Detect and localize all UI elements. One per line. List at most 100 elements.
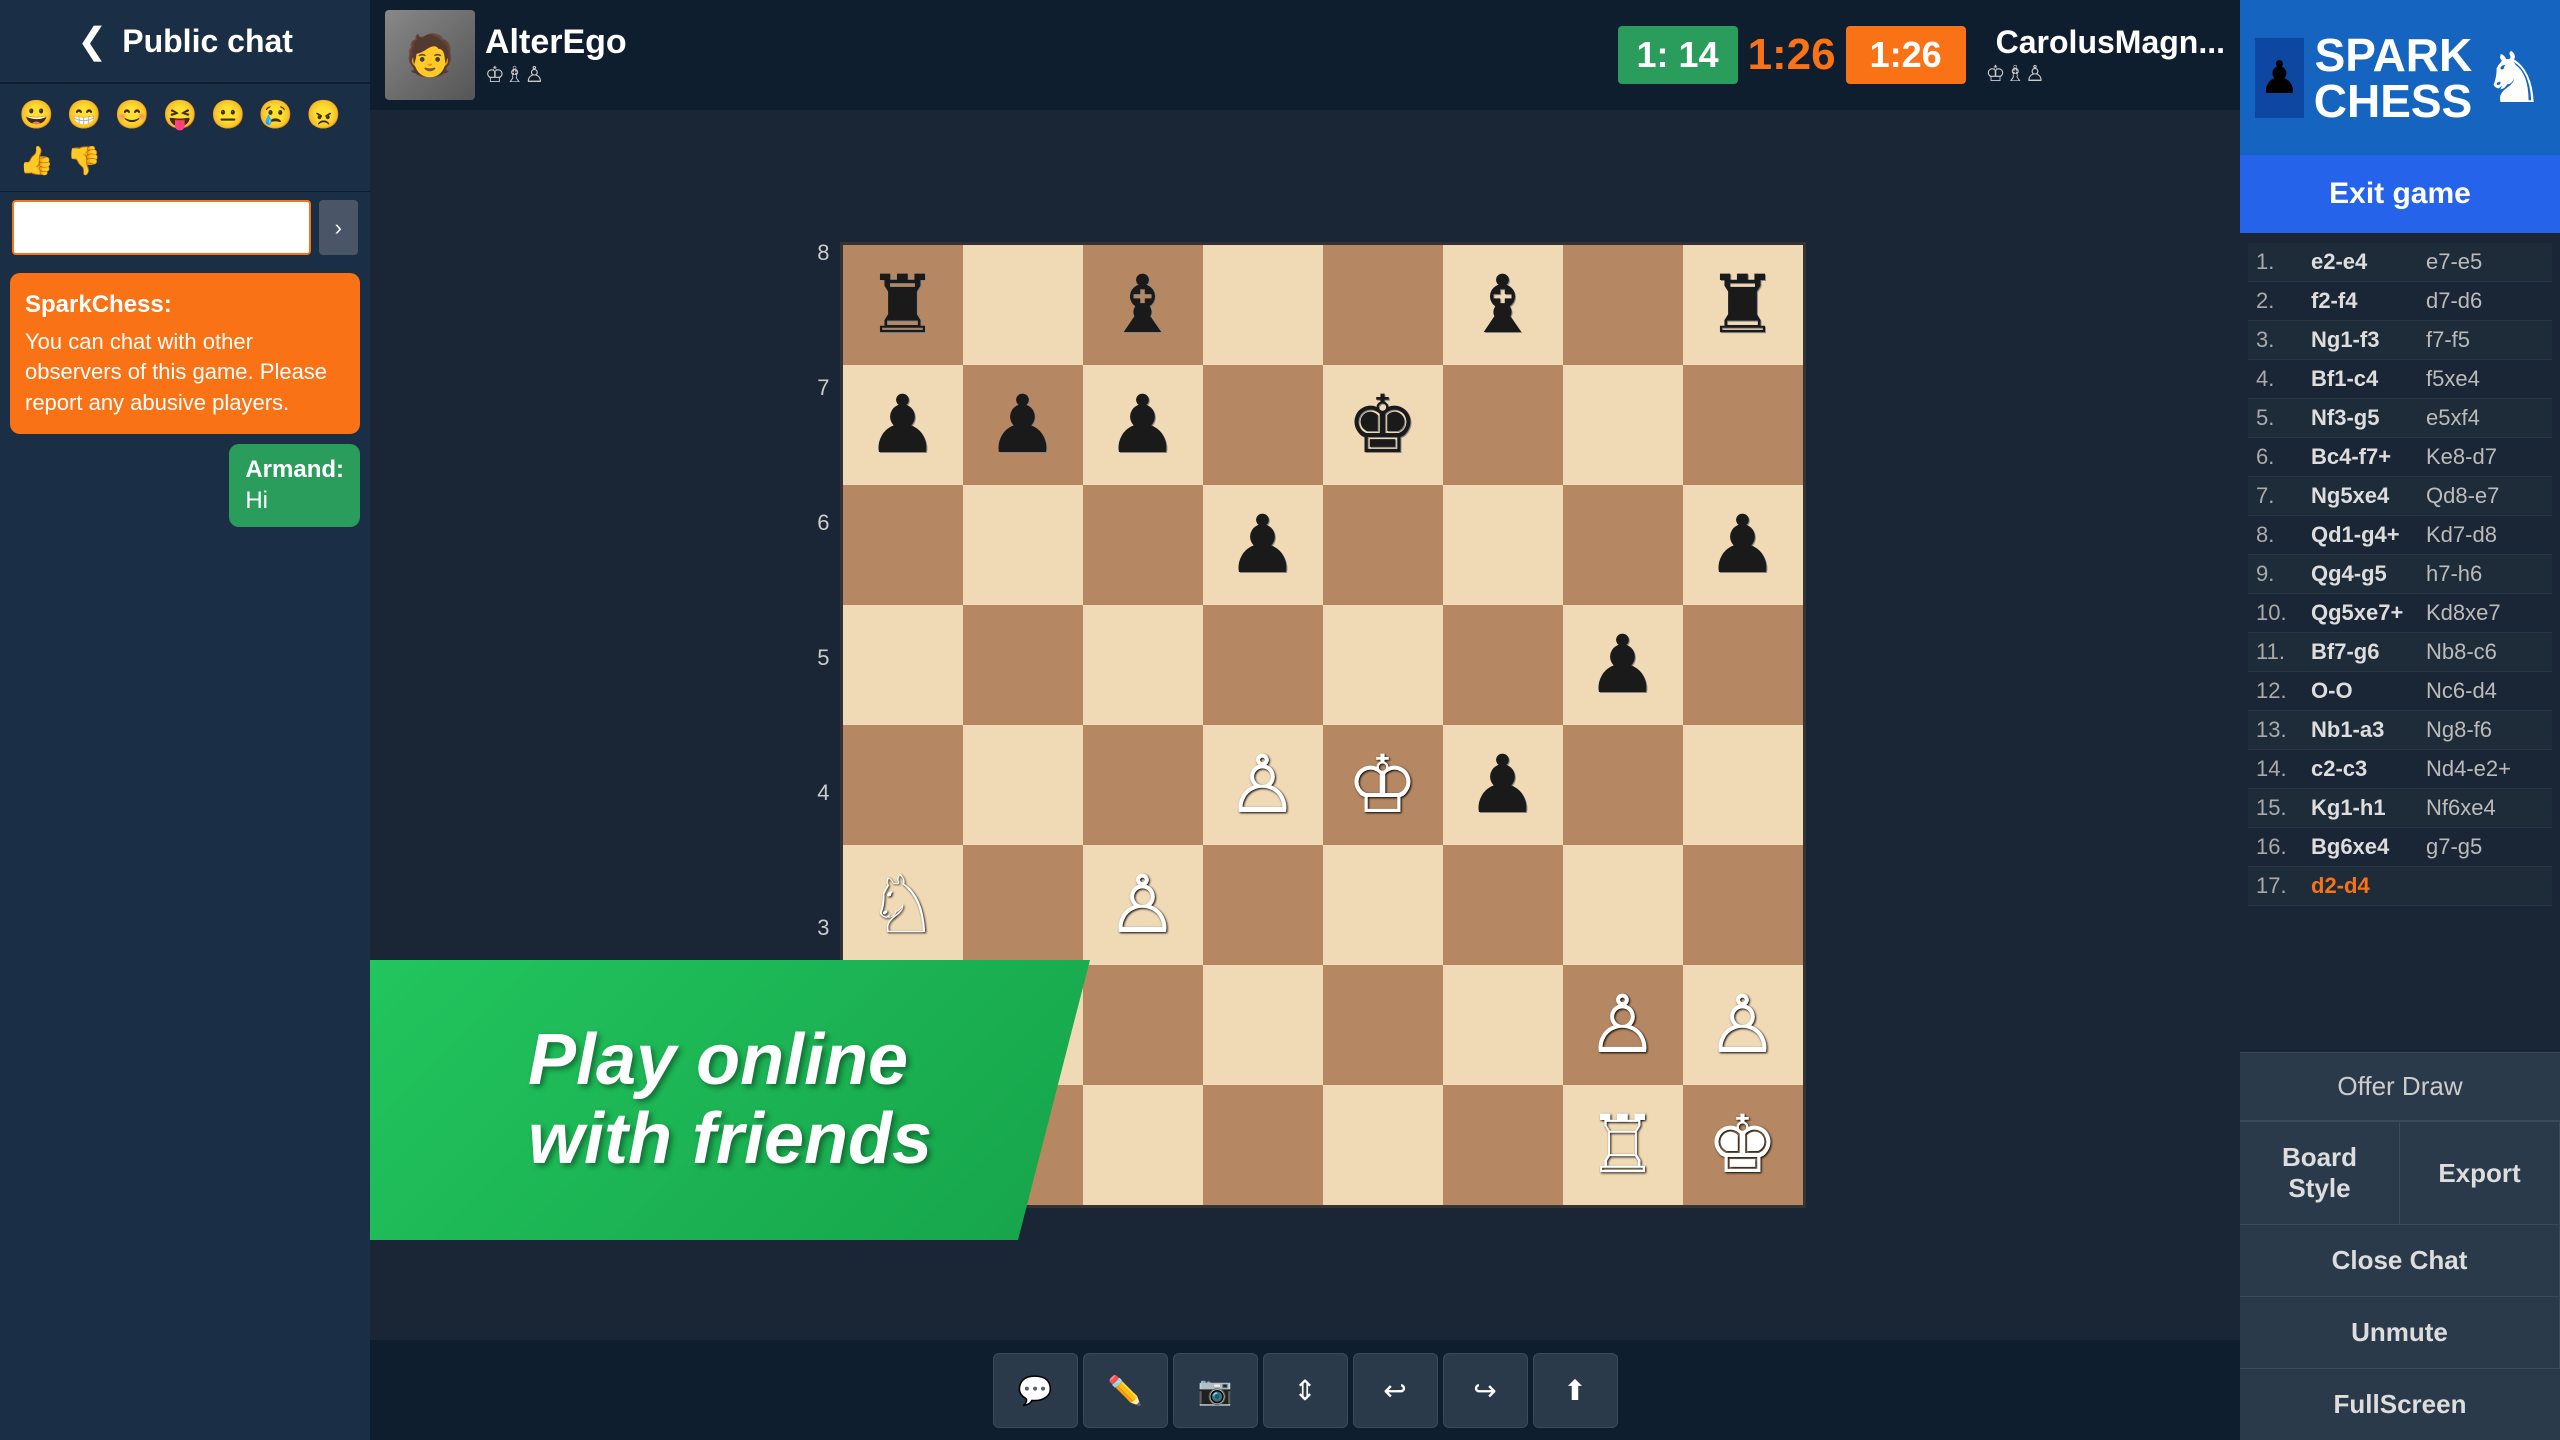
rank-8: 8 [805, 240, 830, 266]
cell-f2[interactable] [1443, 965, 1563, 1085]
emoji-btn-7[interactable]: 👍 [15, 140, 58, 181]
piece-g2: ♙ [1587, 985, 1659, 1065]
cell-a8[interactable]: ♜ [843, 245, 963, 365]
move-row-9: 9. Qg4-g5 h7-h6 [2248, 555, 2552, 594]
emoji-btn-1[interactable]: 😁 [63, 94, 106, 135]
chat-input[interactable] [12, 200, 311, 255]
cell-c5[interactable] [1083, 605, 1203, 725]
move-num-4: 4. [2256, 366, 2306, 392]
cell-g2[interactable]: ♙ [1563, 965, 1683, 1085]
cell-g3[interactable] [1563, 845, 1683, 965]
move-num-2: 2. [2256, 288, 2306, 314]
timer-right: 1:26 [1846, 26, 1966, 84]
cell-c4[interactable] [1083, 725, 1203, 845]
fullscreen-button[interactable]: FullScreen [2240, 1368, 2560, 1440]
cell-g8[interactable] [1563, 245, 1683, 365]
cell-c2[interactable] [1083, 965, 1203, 1085]
cell-f6[interactable] [1443, 485, 1563, 605]
chat-send-button[interactable]: › [319, 200, 358, 255]
offer-draw-button[interactable]: Offer Draw [2240, 1052, 2560, 1120]
move-w-11: Bf7-g6 [2311, 639, 2421, 665]
chat-control-btn[interactable]: 💬 [993, 1353, 1078, 1428]
cell-b6[interactable] [963, 485, 1083, 605]
cell-h2[interactable]: ♙ [1683, 965, 1803, 1085]
cell-h8[interactable]: ♜ [1683, 245, 1803, 365]
cell-b5[interactable] [963, 605, 1083, 725]
cell-d4[interactable]: ♙ [1203, 725, 1323, 845]
cell-g1[interactable]: ♖ [1563, 1085, 1683, 1205]
cell-a7[interactable]: ♟ [843, 365, 963, 485]
cell-b8[interactable] [963, 245, 1083, 365]
cell-e2[interactable] [1323, 965, 1443, 1085]
emoji-btn-3[interactable]: 😝 [159, 94, 202, 135]
cell-b7[interactable]: ♟ [963, 365, 1083, 485]
cell-f7[interactable] [1443, 365, 1563, 485]
logo-icon: ♟ [2255, 38, 2304, 118]
cell-c1[interactable] [1083, 1085, 1203, 1205]
forward-control-btn[interactable]: ↪ [1443, 1353, 1528, 1428]
cell-h3[interactable] [1683, 845, 1803, 965]
cell-g7[interactable] [1563, 365, 1683, 485]
up-control-btn[interactable]: ⬆ [1533, 1353, 1618, 1428]
cell-d1[interactable] [1203, 1085, 1323, 1205]
timer-separator: 1:26 [1748, 30, 1836, 80]
cell-e5[interactable] [1323, 605, 1443, 725]
cell-h6[interactable]: ♟ [1683, 485, 1803, 605]
camera-control-btn[interactable]: 📷 [1173, 1353, 1258, 1428]
emoji-bar: 😀 😁 😊 😝 😐 😢 😠 👍 👎 [0, 84, 370, 192]
board-style-button[interactable]: Board Style [2240, 1121, 2400, 1224]
cell-b4[interactable] [963, 725, 1083, 845]
move-row-1: 1. e2-e4 e7-e5 [2248, 243, 2552, 282]
cell-d2[interactable] [1203, 965, 1323, 1085]
cell-b3[interactable] [963, 845, 1083, 965]
cell-f8[interactable]: ♝ [1443, 245, 1563, 365]
cell-c3[interactable]: ♙ [1083, 845, 1203, 965]
cell-e8[interactable] [1323, 245, 1443, 365]
cell-e4[interactable]: ♔ [1323, 725, 1443, 845]
cell-g6[interactable] [1563, 485, 1683, 605]
flip-control-btn[interactable]: ⇕ [1263, 1353, 1348, 1428]
piece-c7: ♟ [1107, 385, 1179, 465]
emoji-btn-2[interactable]: 😊 [111, 94, 154, 135]
cell-a4[interactable] [843, 725, 963, 845]
cell-a6[interactable] [843, 485, 963, 605]
edit-control-btn[interactable]: ✏️ [1083, 1353, 1168, 1428]
cell-e7[interactable]: ♚ [1323, 365, 1443, 485]
piece-a8: ♜ [867, 265, 939, 345]
cell-a5[interactable] [843, 605, 963, 725]
cell-f4[interactable]: ♟ [1443, 725, 1563, 845]
cell-h7[interactable] [1683, 365, 1803, 485]
emoji-btn-5[interactable]: 😢 [254, 94, 297, 135]
cell-e1[interactable] [1323, 1085, 1443, 1205]
cell-f1[interactable] [1443, 1085, 1563, 1205]
export-button[interactable]: Export [2400, 1121, 2560, 1224]
close-chat-button[interactable]: Close Chat [2240, 1224, 2560, 1296]
unmute-button[interactable]: Unmute [2240, 1296, 2560, 1368]
cell-f3[interactable] [1443, 845, 1563, 965]
cell-d3[interactable] [1203, 845, 1323, 965]
cell-e6[interactable] [1323, 485, 1443, 605]
cell-a3[interactable]: ♘ [843, 845, 963, 965]
cell-d7[interactable] [1203, 365, 1323, 485]
cell-d8[interactable] [1203, 245, 1323, 365]
cell-c6[interactable] [1083, 485, 1203, 605]
cell-d5[interactable] [1203, 605, 1323, 725]
cell-c8[interactable]: ♝ [1083, 245, 1203, 365]
cell-d6[interactable]: ♟ [1203, 485, 1323, 605]
emoji-btn-8[interactable]: 👎 [63, 140, 106, 181]
exit-game-button[interactable]: Exit game [2240, 155, 2560, 233]
cell-f5[interactable] [1443, 605, 1563, 725]
cell-g5[interactable]: ♟ [1563, 605, 1683, 725]
cell-c7[interactable]: ♟ [1083, 365, 1203, 485]
cell-g4[interactable] [1563, 725, 1683, 845]
cell-h1[interactable]: ♚ [1683, 1085, 1803, 1205]
cell-h5[interactable] [1683, 605, 1803, 725]
chat-back-button[interactable]: ❮ [77, 20, 107, 62]
emoji-btn-4[interactable]: 😐 [207, 94, 250, 135]
emoji-btn-6[interactable]: 😠 [302, 94, 345, 135]
cell-e3[interactable] [1323, 845, 1443, 965]
emoji-btn-0[interactable]: 😀 [15, 94, 58, 135]
logo-spark: SPARK [2315, 32, 2473, 78]
cell-h4[interactable] [1683, 725, 1803, 845]
back-control-btn[interactable]: ↩ [1353, 1353, 1438, 1428]
